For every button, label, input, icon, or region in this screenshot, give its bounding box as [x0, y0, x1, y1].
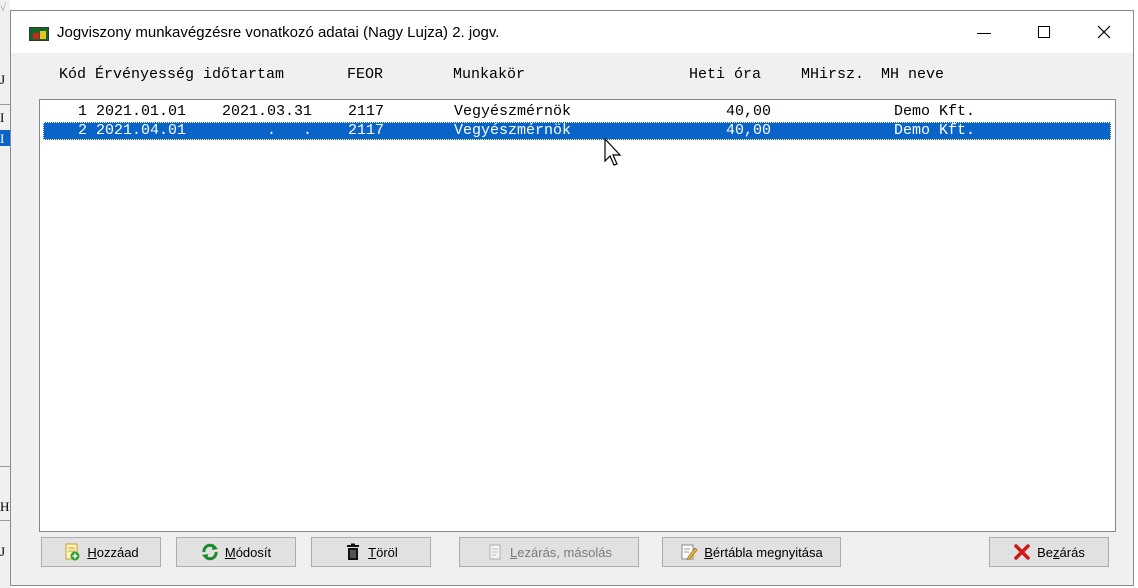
edit-icon: [681, 544, 698, 560]
add-button-label: ozzáad: [96, 544, 139, 560]
close-window-button[interactable]: [1081, 11, 1127, 53]
modify-button-label: ódosít: [235, 544, 272, 560]
cell-heti-ora: 40,00: [726, 122, 772, 139]
cell-munkakor: Vegyészmérnök: [454, 122, 572, 139]
mouse-cursor-icon: [604, 138, 622, 166]
wage-table-button[interactable]: Bértábla megnyitása: [662, 537, 841, 567]
title-bar[interactable]: Jogviszony munkavégzésre vonatkozó adata…: [11, 11, 1133, 53]
background-char: J: [0, 72, 6, 87]
background-divider: [0, 466, 10, 467]
close-x-icon: [1014, 544, 1030, 560]
dialog-window: Jogviszony munkavégzésre vonatkozó adata…: [10, 10, 1134, 586]
cell-heti-ora: 40,00: [726, 103, 772, 120]
cell-feor: 2117: [348, 103, 385, 120]
background-divider: [0, 520, 10, 521]
background-char: √: [0, 2, 7, 14]
close-copy-button[interactable]: Lezárás, másolás: [459, 537, 639, 567]
app-icon: [29, 27, 49, 41]
column-header-mhirsz: MHirsz.: [801, 66, 865, 83]
wage-table-button-label: értábla megnyitása: [712, 544, 823, 560]
minimize-icon: [977, 32, 991, 34]
trash-icon: [347, 543, 360, 560]
background-char: H: [0, 499, 10, 514]
column-header-ervenyesseg: Érvényesség időtartam: [95, 66, 285, 83]
jogviszony-list[interactable]: 1 2021.01.01 2021.03.31 2117 Vegyészmérn…: [39, 99, 1116, 532]
minimize-button[interactable]: [961, 11, 1007, 53]
table-row-selected[interactable]: 2 2021.04.01 . . 2117 Vegyészmérnök 40,0…: [43, 122, 1111, 140]
maximize-button[interactable]: [1021, 11, 1067, 53]
close-button-label-pre: Be: [1037, 544, 1054, 560]
cell-kezdet: 2021.04.01: [96, 122, 187, 139]
copy-icon: [489, 544, 501, 560]
modify-button[interactable]: Módosít: [176, 537, 296, 567]
column-header-munkakor: Munkakör: [453, 66, 526, 83]
add-button-accel: H: [87, 544, 97, 560]
column-header-heti-ora: Heti óra: [689, 66, 762, 83]
cell-munkakor: Vegyészmérnök: [454, 103, 572, 120]
column-header-kod: Kód: [59, 66, 87, 83]
cell-mh-neve: Demo Kft.: [894, 103, 976, 120]
background-divider: [0, 104, 10, 105]
window-title: Jogviszony munkavégzésre vonatkozó adata…: [57, 24, 500, 41]
close-button[interactable]: Bezárás: [989, 537, 1109, 567]
cell-kod: 2: [78, 122, 88, 139]
cell-mh-neve: Demo Kft.: [894, 122, 976, 139]
column-header: Kód Érvényesség időtartam FEOR Munkakör …: [11, 66, 1135, 86]
close-button-label: árás: [1059, 544, 1085, 560]
close-icon: [1097, 25, 1111, 39]
cell-kezdet: 2021.01.01: [96, 103, 187, 120]
background-char: I: [0, 110, 5, 125]
maximize-icon: [1038, 26, 1050, 38]
column-header-mh-neve: MH neve: [881, 66, 945, 83]
close-copy-button-label: ezárás, másolás: [517, 544, 612, 560]
add-icon: [65, 543, 80, 561]
cell-veg: 2021.03.31: [222, 103, 313, 120]
modify-button-accel: M: [224, 544, 236, 560]
cell-kod: 1: [78, 103, 88, 120]
add-button[interactable]: Hozzáad: [41, 537, 161, 567]
cell-feor: 2117: [348, 122, 385, 139]
delete-button-accel: T: [368, 544, 377, 560]
background-char: I: [0, 131, 5, 146]
column-header-feor: FEOR: [347, 66, 384, 83]
cell-veg: . .: [267, 122, 313, 139]
delete-button-label: öröl: [376, 544, 398, 560]
delete-button[interactable]: Töröl: [311, 537, 431, 567]
background-char: J: [0, 544, 6, 559]
table-row[interactable]: 1 2021.01.01 2021.03.31 2117 Vegyészmérn…: [43, 103, 1111, 121]
wage-table-button-accel: B: [704, 544, 713, 560]
refresh-icon: [201, 543, 218, 561]
